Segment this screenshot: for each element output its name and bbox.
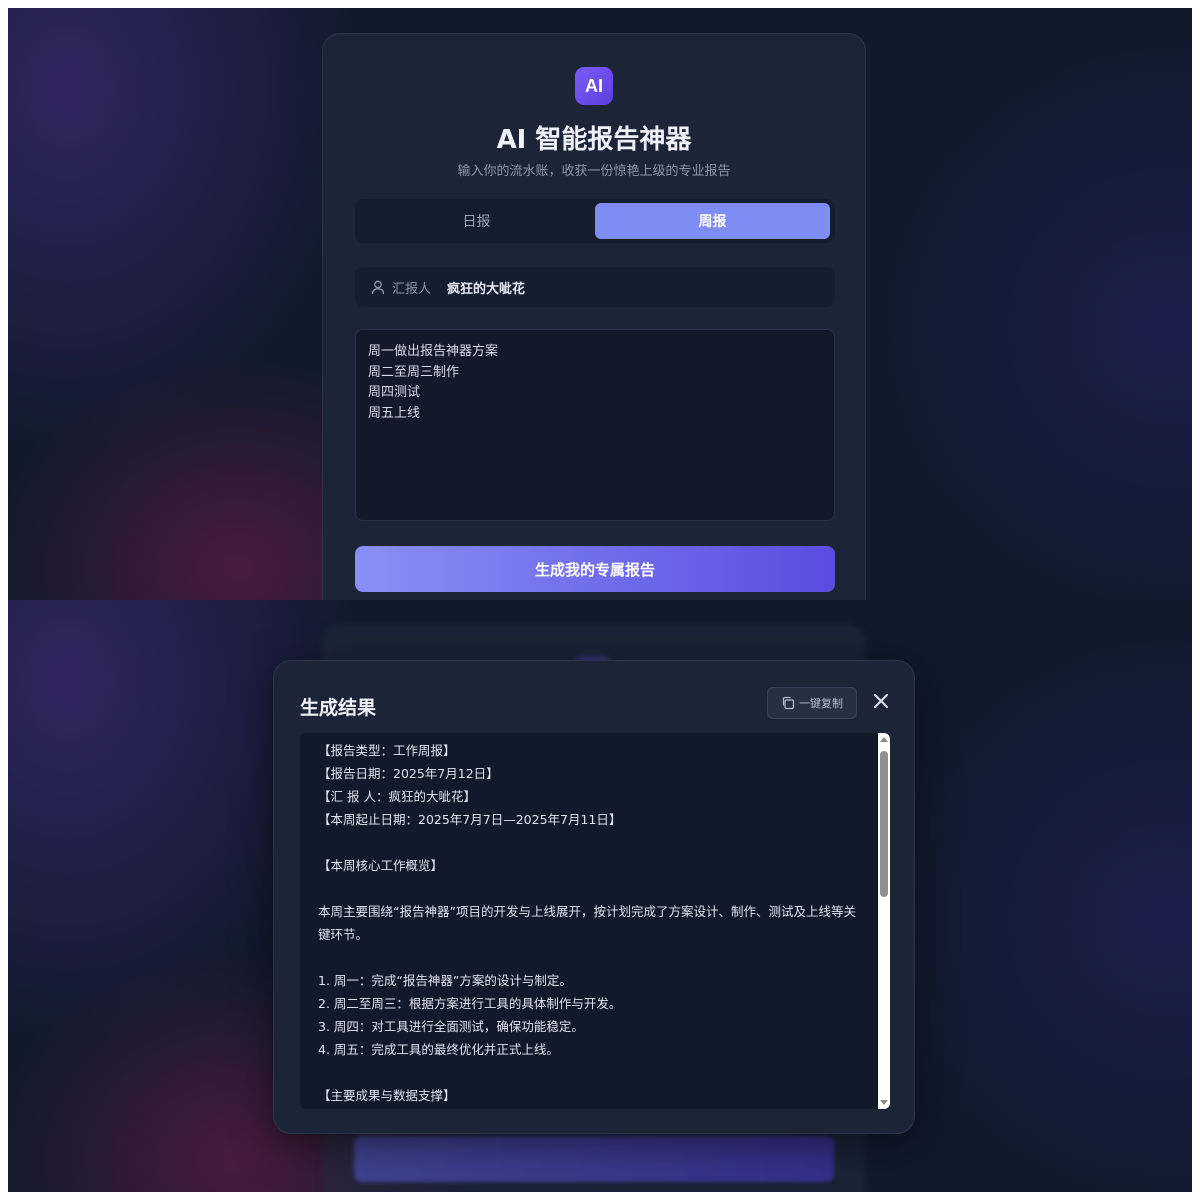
blurred-button-backdrop	[354, 1136, 834, 1182]
result-line: 【汇 报 人：疯狂的大呲花】	[318, 789, 476, 804]
worklog-line: 周四测试	[368, 385, 421, 400]
page-title: AI 智能报告神器	[496, 125, 692, 155]
generate-report-button[interactable]: 生成我的专属报告	[355, 546, 835, 592]
result-line: 【主要成果与数据支撑】	[318, 1088, 456, 1103]
result-modal: 生成结果 一键复制 【报告类型：工作周报】 【报告日期：2025年7月12日】 …	[273, 660, 915, 1134]
result-line: 【本周核心工作概览】	[318, 858, 444, 873]
result-line	[318, 1061, 860, 1084]
scroll-up-arrow-icon[interactable]	[880, 737, 888, 742]
screenshot-frame: AI AI 智能报告神器 输入你的流水账，收获一份惊艳上级的专业报告 日报 周报…	[8, 8, 1192, 1192]
result-line: 【本周起止日期：2025年7月7日—2025年7月11日】	[318, 812, 622, 827]
result-view: 生成结果 一键复制 【报告类型：工作周报】 【报告日期：2025年7月12日】 …	[8, 600, 1192, 1192]
result-line: 2. 周二至周三：根据方案进行工具的具体制作与开发。	[318, 996, 622, 1011]
result-line	[318, 831, 860, 854]
scroll-down-arrow-icon[interactable]	[880, 1100, 888, 1105]
reporter-name[interactable]: 疯狂的大呲花	[447, 278, 525, 297]
worklog-textarea[interactable]: 周一做出报告神器方案 周二至周三制作 周四测试 周五上线	[355, 329, 835, 521]
result-line	[318, 946, 860, 969]
copy-icon	[781, 696, 795, 710]
close-button[interactable]	[869, 691, 893, 715]
result-line: 4. 周五：完成工具的最终优化并正式上线。	[318, 1042, 559, 1057]
reporter-label: 汇报人	[392, 281, 432, 297]
result-line: 1. 周一：完成“报告神器”方案的设计与制定。	[318, 973, 572, 988]
result-line	[318, 877, 860, 900]
scrollbar-thumb[interactable]	[880, 751, 888, 897]
report-type-tabs: 日报 周报	[355, 199, 835, 243]
tab-weekly[interactable]: 周报	[595, 203, 830, 239]
page-subtitle: 输入你的流水账，收获一份惊艳上级的专业报告	[457, 164, 731, 179]
result-scrollbar[interactable]	[878, 733, 890, 1109]
result-line: 【报告类型：工作周报】	[318, 743, 456, 758]
copy-button-label: 一键复制	[799, 697, 843, 710]
close-icon	[873, 693, 889, 713]
main-view: AI AI 智能报告神器 输入你的流水账，收获一份惊艳上级的专业报告 日报 周报…	[8, 8, 1192, 600]
result-line: 3. 周四：对工具进行全面测试，确保功能稳定。	[318, 1019, 584, 1034]
worklog-line: 周一做出报告神器方案	[368, 344, 499, 359]
user-icon	[371, 279, 385, 295]
worklog-line: 周五上线	[368, 405, 421, 421]
result-line: 【报告日期：2025年7月12日】	[318, 766, 499, 781]
reporter-field[interactable]: 汇报人 疯狂的大呲花	[355, 267, 835, 307]
ai-logo: AI	[575, 67, 613, 105]
worklog-line: 周二至周三制作	[368, 364, 460, 380]
result-line: 本周主要围绕“报告神器”项目的开发与上线展开，按计划完成了方案设计、制作、测试及…	[318, 904, 856, 942]
result-text-area[interactable]: 【报告类型：工作周报】【报告日期：2025年7月12日】 【汇 报 人：疯狂的大呲…	[300, 733, 890, 1109]
result-content: 【报告类型：工作周报】【报告日期：2025年7月12日】 【汇 报 人：疯狂的大呲…	[318, 739, 860, 1107]
modal-title: 生成结果	[300, 697, 377, 719]
tab-daily[interactable]: 日报	[359, 203, 594, 239]
copy-button[interactable]: 一键复制	[767, 687, 857, 719]
report-card: AI AI 智能报告神器 输入你的流水账，收获一份惊艳上级的专业报告 日报 周报…	[322, 33, 866, 600]
